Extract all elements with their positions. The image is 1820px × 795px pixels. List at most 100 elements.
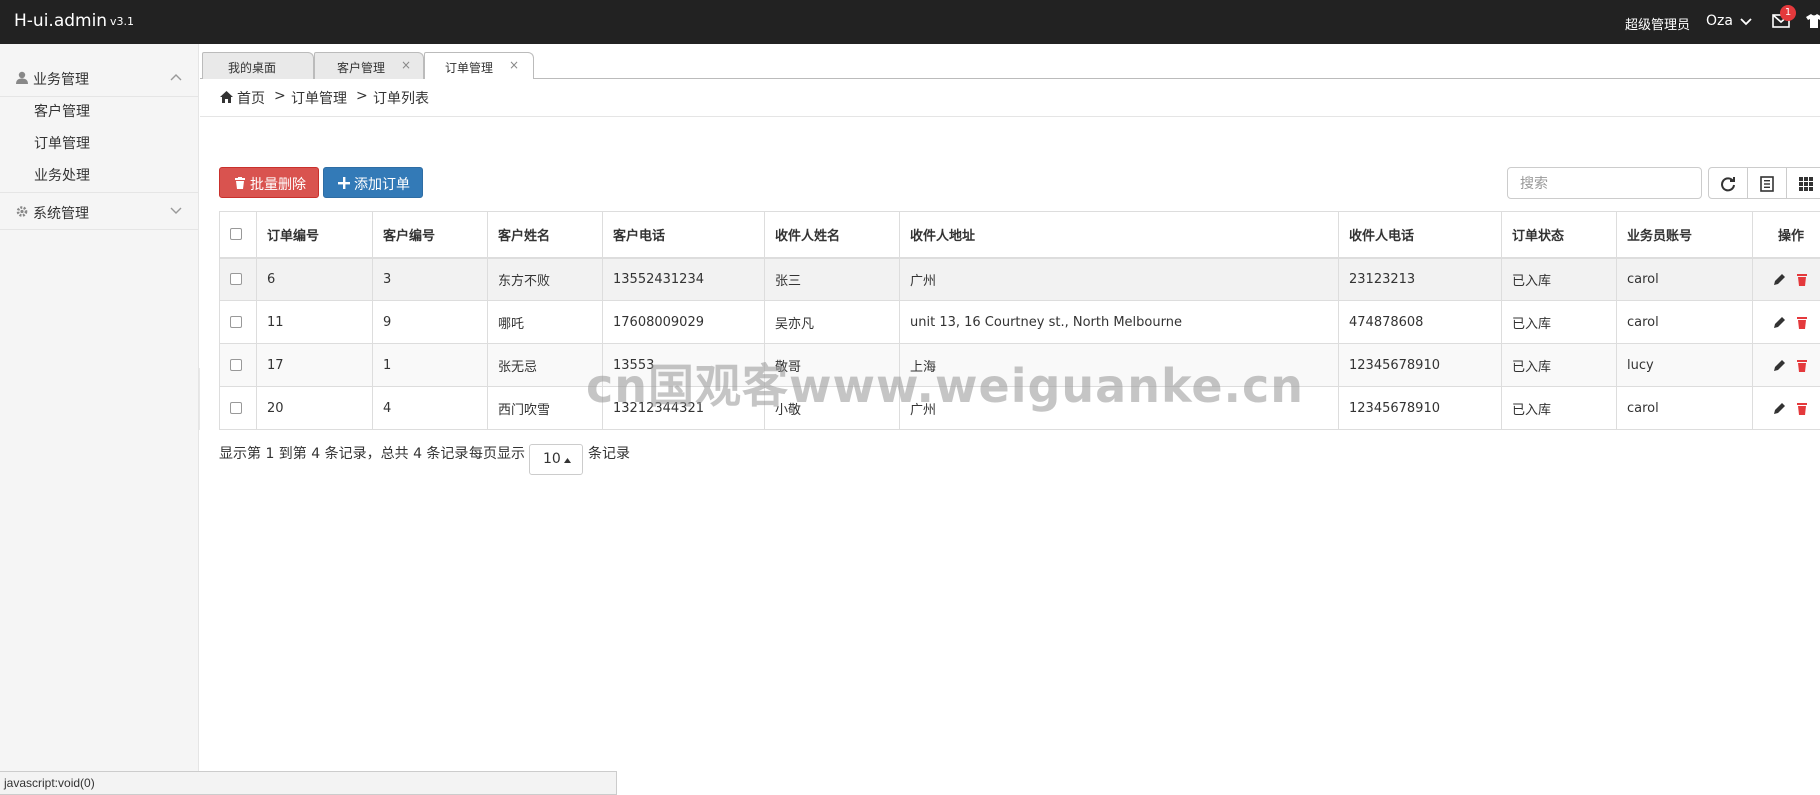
list-view-icon [1760,176,1774,192]
row-select-cell [219,386,257,430]
receiver-name: 吴亦凡 [764,300,900,344]
refresh-button[interactable] [1708,167,1748,199]
table-row[interactable]: 11 9 哪吒 17608009029 吴亦凡 unit 13, 16 Cour… [219,300,1820,344]
home-icon [220,91,233,103]
trash-icon[interactable] [1796,402,1808,415]
breadcrumb-separator: > [356,88,368,104]
grid-icon [1799,177,1813,191]
chevron-up-icon[interactable] [170,73,182,81]
breadcrumb-orders[interactable]: 订单管理 [291,88,347,108]
chevron-down-icon[interactable] [170,207,182,215]
column-header[interactable]: 客户电话 [602,211,765,259]
breadcrumb: 首页 > 订单管理 > 订单列表 [200,79,1820,117]
tab-customers[interactable]: 客户管理 × [314,52,424,79]
pencil-icon[interactable] [1773,273,1786,286]
add-order-button[interactable]: 添加订单 [323,167,423,198]
search-input[interactable] [1507,167,1702,199]
column-header[interactable]: 收件人地址 [899,211,1339,259]
sidebar-group-system[interactable]: 系统管理 [0,192,199,230]
column-header[interactable]: 客户姓名 [487,211,603,259]
toggle-view-button[interactable] [1747,167,1787,199]
receiver-address: unit 13, 16 Courtney st., North Melbourn… [899,300,1339,344]
tab-label: 客户管理 [337,61,386,75]
breadcrumb-order-list: 订单列表 [373,91,429,107]
close-icon[interactable]: × [509,58,519,72]
pencil-icon[interactable] [1773,402,1786,414]
order-status: 已入库 [1501,386,1617,430]
column-header[interactable]: 业务员账号 [1616,211,1753,259]
page-size-select[interactable]: 10 [529,444,583,475]
shirt-icon[interactable] [1806,14,1820,28]
order-status: 已入库 [1501,300,1617,344]
table-row[interactable]: 6 3 东方不败 13552431234 张三 广州 23123213 已入库 … [219,257,1820,301]
row-actions [1752,343,1820,387]
user-menu[interactable]: Oza [1706,13,1733,29]
caret-up-icon [564,458,571,463]
message-count-badge: 1 [1780,5,1796,21]
pencil-icon[interactable] [1773,359,1786,371]
trash-icon [235,177,245,189]
breadcrumb-home[interactable]: 首页 [237,88,265,108]
column-header[interactable]: 客户编号 [372,211,488,259]
column-header[interactable]: 订单状态 [1501,211,1617,259]
close-icon[interactable]: × [401,58,411,72]
sidebar-group-label: 系统管理 [33,206,89,222]
customer-phone: 17608009029 [602,300,765,344]
customer-id: 1 [372,343,488,387]
tab-bar: 我的桌面 客户管理 × 订单管理 × [200,44,1820,80]
trash-icon[interactable] [1796,316,1808,329]
select-all-cell [219,211,257,259]
row-checkbox[interactable] [230,359,242,371]
sidebar-item-orders[interactable]: 订单管理 [34,133,90,153]
order-status: 已入库 [1501,343,1617,387]
column-header[interactable]: 收件人姓名 [764,211,900,259]
column-header[interactable]: 订单编号 [256,211,373,259]
sidebar-group-label: 业务管理 [33,72,89,88]
order-id: 20 [256,386,373,430]
sidebar-item-business-process[interactable]: 业务处理 [34,165,90,185]
batch-delete-button[interactable]: 批量删除 [219,167,319,198]
salesman-account: carol [1616,386,1753,430]
row-checkbox[interactable] [230,273,242,286]
column-header[interactable]: 收件人电话 [1338,211,1502,259]
page-size-label: 每页显示 [469,446,525,462]
app-logo[interactable]: H-ui.admin [14,11,107,31]
customer-id: 3 [372,257,488,301]
chevron-down-icon[interactable] [1740,16,1752,28]
salesman-account: carol [1616,257,1753,301]
trash-icon[interactable] [1796,273,1808,286]
refresh-icon [1721,177,1735,192]
receiver-phone: 474878608 [1338,300,1502,344]
browser-status-bar: javascript:void(0) [0,771,617,795]
row-checkbox[interactable] [230,316,242,328]
customer-phone: 13552431234 [602,257,765,301]
receiver-name: 张三 [764,257,900,301]
columns-button[interactable] [1786,167,1820,199]
breadcrumb-separator: > [274,88,286,104]
row-select-cell [219,300,257,344]
pagination-info: 显示第 1 到第 4 条记录，总共 4 条记录 [219,446,469,462]
main-content: 批量删除 添加订单 订单编号 客户编号 客户姓名 客户电话 收件人姓名 收件人地… [200,118,1820,771]
order-id: 17 [256,343,373,387]
receiver-address: 广州 [899,257,1339,301]
sidebar-item-customers[interactable]: 客户管理 [34,101,90,121]
order-id: 6 [256,257,373,301]
pencil-icon[interactable] [1773,316,1786,328]
app-version: v3.1 [110,15,135,28]
salesman-account: carol [1616,300,1753,344]
tab-orders[interactable]: 订单管理 × [424,52,534,80]
row-actions [1752,386,1820,430]
receiver-phone: 23123213 [1338,257,1502,301]
user-icon [16,71,28,84]
order-status: 已入库 [1501,257,1617,301]
user-role: 超级管理员 [1625,18,1691,33]
row-checkbox[interactable] [230,402,242,414]
sidebar-group-business[interactable]: 业务管理 [0,59,199,97]
select-all-checkbox[interactable] [230,228,242,241]
tab-desktop[interactable]: 我的桌面 [202,52,314,79]
column-header: 操作 [1752,211,1820,259]
table-header-row: 订单编号 客户编号 客户姓名 客户电话 收件人姓名 收件人地址 收件人电话 订单… [219,211,1820,259]
top-navbar: H-ui.admin v3.1 超级管理员 Oza 1 [0,0,1820,44]
trash-icon[interactable] [1796,359,1808,372]
customer-name: 哪吒 [487,300,603,344]
